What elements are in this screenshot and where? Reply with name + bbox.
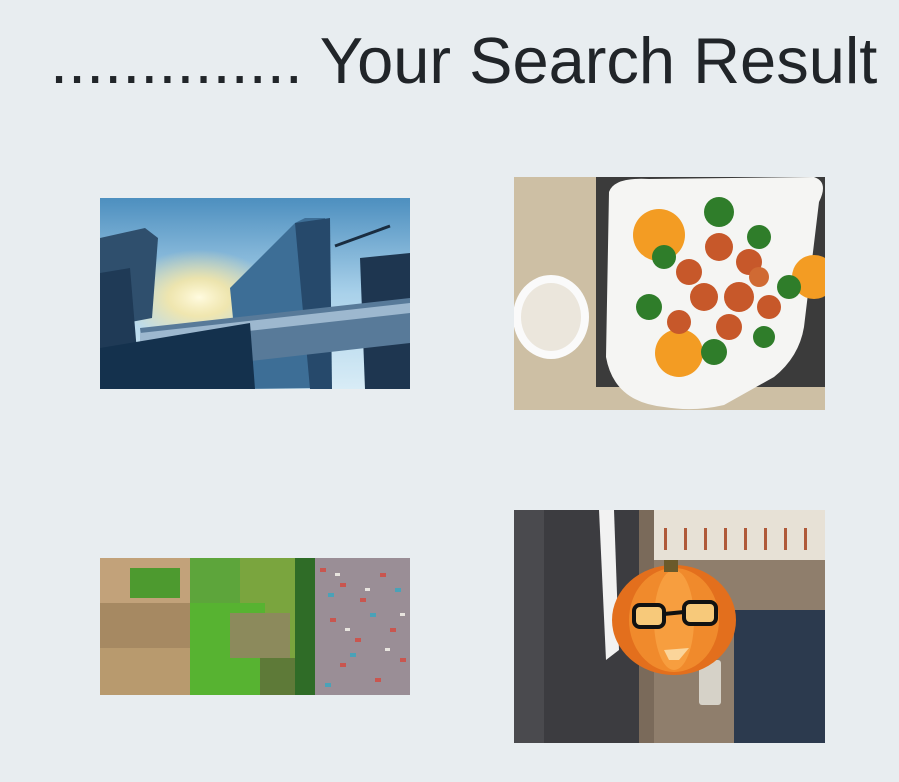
orange-chicken-picture — [514, 177, 825, 410]
result-image-aerial[interactable] — [100, 558, 410, 695]
result-image-pumpkin[interactable] — [514, 510, 825, 743]
result-image-city[interactable] — [100, 198, 410, 389]
result-image-food[interactable] — [514, 177, 825, 410]
city-skyscraper-picture — [100, 198, 410, 389]
page-title: .............. Your Search Result — [50, 24, 878, 97]
jack-o-lantern-picture — [514, 510, 825, 743]
search-results-page: .............. Your Search Result — [0, 0, 899, 782]
aerial-farmland-picture — [100, 558, 410, 695]
